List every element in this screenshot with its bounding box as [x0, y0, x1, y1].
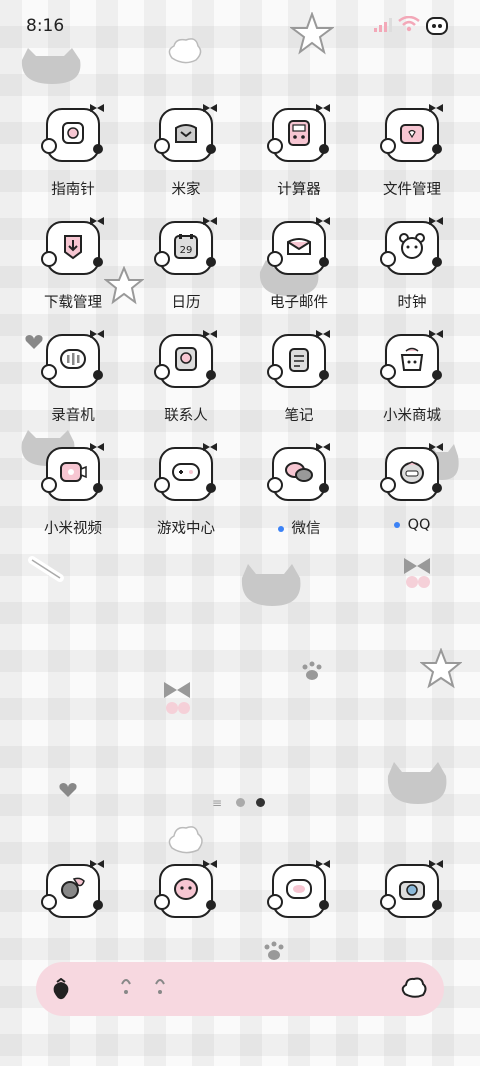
browser-icon: [285, 876, 313, 906]
bow-icon: [429, 860, 443, 868]
paw-icon: [319, 900, 329, 910]
cloud-icon[interactable]: [400, 976, 428, 1000]
dock: [0, 0, 480, 1066]
search-bar[interactable]: [36, 962, 444, 1016]
bow-icon: [90, 860, 104, 868]
cat-ear-icon: [41, 894, 57, 910]
bow-icon: [203, 860, 217, 868]
dock-phone[interactable]: [18, 860, 128, 972]
dock-messages[interactable]: [131, 860, 241, 972]
dock-icon-tile[interactable]: [380, 860, 443, 918]
dock-browser[interactable]: [244, 860, 354, 972]
paw-icon: [432, 900, 442, 910]
dock-camera[interactable]: [357, 860, 467, 972]
cat-ear-icon: [154, 894, 170, 910]
phone-icon: [58, 875, 88, 907]
camera-icon: [398, 876, 426, 906]
strawberry-icon: [53, 978, 69, 1000]
cat-ear-icon: [267, 894, 283, 910]
messages-icon: [172, 875, 200, 907]
bow-icon: [316, 860, 330, 868]
cat-ear-icon: [380, 894, 396, 910]
dock-icon-tile[interactable]: [41, 860, 104, 918]
cat-face-decoration-icon: [121, 979, 165, 994]
paw-icon: [93, 900, 103, 910]
dock-icon-tile[interactable]: [267, 860, 330, 918]
dock-icon-tile[interactable]: [154, 860, 217, 918]
paw-icon: [206, 900, 216, 910]
